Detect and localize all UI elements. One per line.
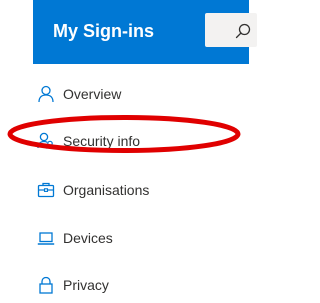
sidebar-item-label: Privacy — [63, 277, 109, 293]
sidebar-item-organisations[interactable]: Organisations — [0, 172, 249, 208]
sidebar-item-overview[interactable]: Overview — [0, 76, 249, 112]
sidebar-item-label: Security info — [63, 133, 141, 149]
person-icon — [37, 85, 55, 103]
search-icon — [235, 23, 251, 39]
app-title: My Sign-ins — [53, 21, 155, 41]
sidebar-item-privacy[interactable]: Privacy — [0, 267, 249, 303]
app-header: My Sign-ins — [33, 0, 257, 64]
sidebar-item-label: Organisations — [63, 182, 150, 198]
search-button[interactable] — [205, 13, 257, 47]
sidebar-item-devices[interactable]: Devices — [0, 220, 249, 256]
sidebar-item-security-info[interactable]: Security info — [0, 123, 249, 159]
laptop-icon — [37, 229, 55, 247]
briefcase-icon — [37, 181, 55, 199]
sidebar-item-label: Devices — [63, 230, 113, 246]
person-key-icon — [37, 132, 55, 150]
lock-icon — [37, 276, 55, 294]
sidebar-item-label: Overview — [63, 86, 122, 102]
